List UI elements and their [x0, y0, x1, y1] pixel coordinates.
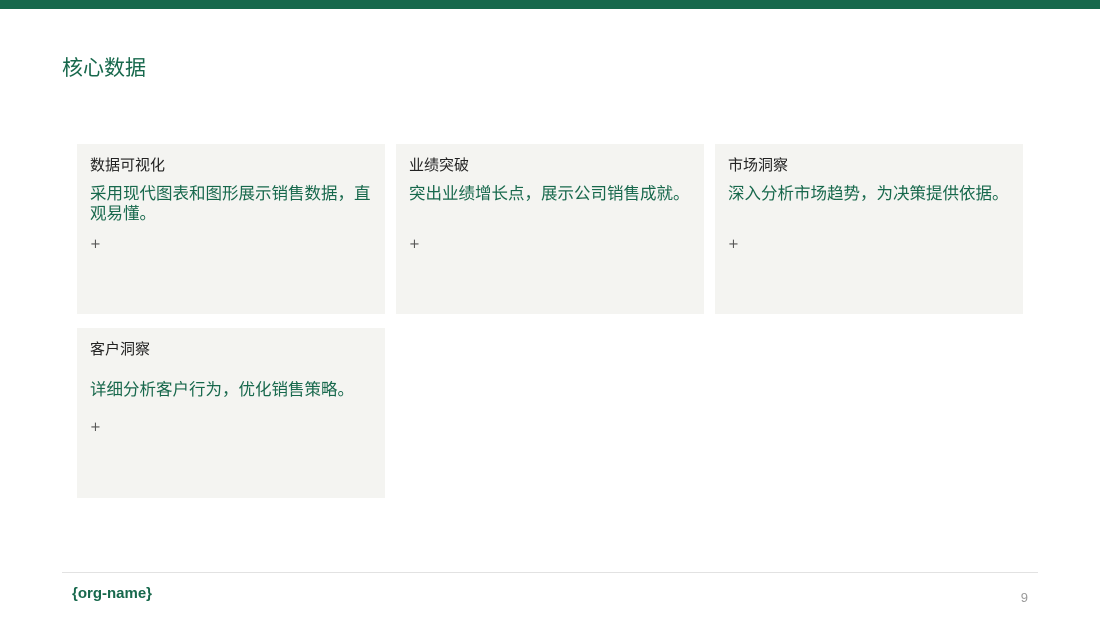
page-number: 9 — [1020, 590, 1028, 605]
card-data-visualization: 数据可视化 采用现代图表和图形展示销售数据，直观易懂。 + — [77, 144, 385, 314]
plus-icon: + — [90, 420, 101, 435]
page-title: 核心数据 — [62, 56, 146, 80]
plus-icon: + — [90, 237, 101, 252]
card-performance-breakthrough: 业绩突破 突出业绩增长点，展示公司销售成就。 + — [396, 144, 704, 314]
footer-divider — [62, 572, 1038, 573]
card-body: 深入分析市场趋势，为决策提供依据。 — [728, 184, 1009, 203]
plus-icon: + — [409, 237, 420, 252]
card-title: 数据可视化 — [90, 156, 166, 174]
card-market-insight: 市场洞察 深入分析市场趋势，为决策提供依据。 + — [715, 144, 1023, 314]
card-title: 市场洞察 — [728, 156, 789, 174]
plus-icon: + — [728, 237, 739, 252]
card-title: 客户洞察 — [90, 340, 151, 358]
card-body: 突出业绩增长点，展示公司销售成就。 — [409, 184, 690, 203]
card-body: 详细分析客户行为，优化销售策略。 — [90, 380, 354, 399]
org-name: {org-name} — [72, 585, 153, 602]
card-customer-insight: 客户洞察 详细分析客户行为，优化销售策略。 + — [77, 328, 385, 498]
card-title: 业绩突破 — [409, 156, 470, 174]
card-body: 采用现代图表和图形展示销售数据，直观易懂。 — [90, 184, 371, 223]
top-accent-bar — [0, 0, 1100, 9]
